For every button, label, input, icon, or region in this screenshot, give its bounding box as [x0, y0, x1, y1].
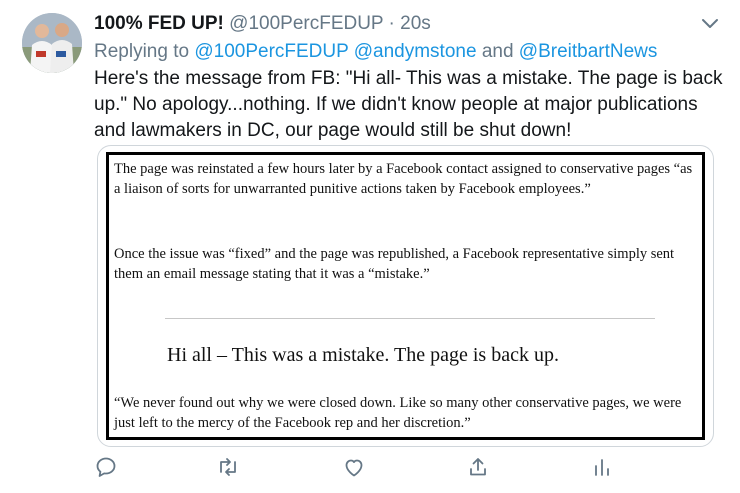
replying-and: and [481, 41, 514, 62]
like-button[interactable] [342, 455, 370, 483]
tweet-time[interactable]: 20s [400, 13, 431, 34]
mention-link[interactable]: @andymstone [354, 41, 477, 62]
divider [165, 318, 655, 319]
clipping-paragraph: “We never found out why we were closed d… [114, 395, 682, 431]
article-clipping: The page was reinstated a few hours late… [106, 152, 705, 440]
reply-button[interactable] [94, 455, 122, 483]
like-icon [345, 459, 363, 477]
chevron-down-icon[interactable] [700, 16, 720, 32]
user-handle[interactable]: @100PercFEDUP [229, 13, 383, 34]
retweet-icon [220, 458, 236, 476]
clipping-paragraph: The page was reinstated a few hours late… [114, 161, 693, 197]
tweet-media-image[interactable]: The page was reinstated a few hours late… [97, 145, 714, 447]
tweet-action-bar [94, 455, 724, 483]
avatar[interactable] [22, 13, 82, 73]
mention-link[interactable]: @100PercFEDUP [194, 41, 348, 62]
analytics-icon [595, 459, 609, 476]
header-separator: · [388, 13, 395, 34]
mention-link[interactable]: @BreitbartNews [519, 41, 658, 62]
retweet-button[interactable] [216, 455, 244, 483]
quoted-message: Hi all – This was a mistake. The page is… [167, 344, 559, 366]
tweet-header: 100% FED UP! @100PercFEDUP · 20s [94, 12, 431, 36]
analytics-button[interactable] [590, 455, 618, 483]
clipping-paragraph: Once the issue was “fixed” and the page … [114, 246, 675, 282]
tweet-text: Here's the message from FB: "Hi all- Thi… [94, 68, 723, 141]
share-button[interactable] [466, 455, 494, 483]
reply-icon [96, 457, 116, 477]
avatar-photo [22, 13, 82, 73]
replying-to-line: Replying to @100PercFEDUP @andymstone an… [94, 40, 657, 64]
display-name[interactable]: 100% FED UP! [94, 13, 224, 34]
replying-prefix: Replying to [94, 41, 190, 62]
share-icon [470, 458, 486, 476]
